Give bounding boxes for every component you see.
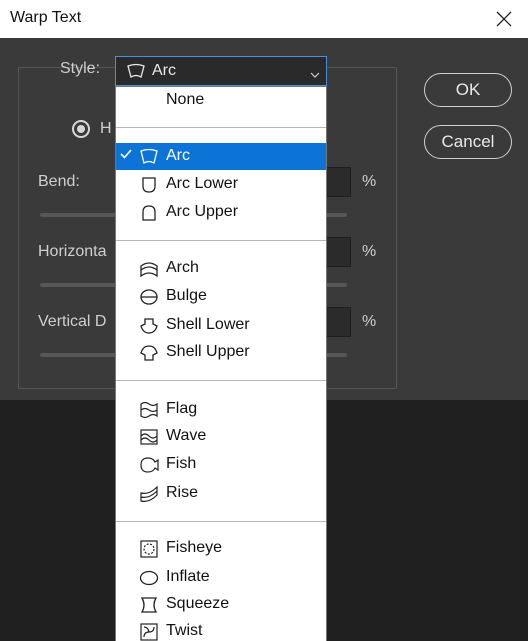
style-option-shell-upper[interactable]: Shell Upper xyxy=(116,339,326,366)
style-dropdown-list: None Arc Arc Lower Arc Upper Arch Bulge … xyxy=(115,86,327,641)
arc-icon xyxy=(126,63,146,79)
style-option-label: Arc xyxy=(166,147,190,164)
style-option-fish[interactable]: Fish xyxy=(116,451,326,478)
style-option-flag[interactable]: Flag xyxy=(116,396,326,423)
style-option-label: Flag xyxy=(166,400,198,417)
horizontal-radio[interactable] xyxy=(72,120,90,138)
shell-upper-icon xyxy=(138,343,160,363)
style-option-label: Arch xyxy=(166,259,199,276)
style-option-rise[interactable]: Rise xyxy=(116,480,326,507)
bend-unit: % xyxy=(362,173,377,190)
style-option-fisheye[interactable]: Fisheye xyxy=(116,535,326,562)
style-option-arc[interactable]: Arc xyxy=(116,143,326,170)
style-option-label: Wave xyxy=(166,427,207,444)
style-option-squeeze[interactable]: Squeeze xyxy=(116,591,326,618)
style-option-wave[interactable]: Wave xyxy=(116,423,326,450)
fish-icon xyxy=(138,455,160,475)
ok-button[interactable]: OK xyxy=(424,73,512,107)
arch-icon xyxy=(138,259,160,279)
close-button[interactable] xyxy=(490,5,518,33)
style-option-inflate[interactable]: Inflate xyxy=(116,564,326,591)
style-option-label: Shell Lower xyxy=(166,316,250,333)
chevron-down-icon xyxy=(310,66,320,84)
style-selected-value: Arc xyxy=(152,62,176,79)
fisheye-icon xyxy=(138,539,160,559)
style-option-label: Fish xyxy=(166,455,197,472)
close-icon xyxy=(496,11,512,27)
divider xyxy=(116,380,326,381)
checkmark-icon xyxy=(120,148,132,160)
horizontal-distortion-unit: % xyxy=(362,243,377,260)
bend-label: Bend: xyxy=(38,173,80,190)
divider xyxy=(116,127,326,128)
style-option-label: Squeeze xyxy=(166,595,230,612)
flag-icon xyxy=(138,400,160,420)
style-option-label: None xyxy=(166,91,205,108)
arc-lower-icon xyxy=(138,175,160,195)
style-option-arch[interactable]: Arch xyxy=(116,255,326,282)
style-option-label: Inflate xyxy=(166,568,210,585)
style-select[interactable]: Arc xyxy=(115,56,327,86)
style-option-label: Arc Lower xyxy=(166,175,239,192)
horizontal-radio-label: H xyxy=(100,120,112,137)
shell-lower-icon xyxy=(138,316,160,336)
twist-icon xyxy=(138,622,160,641)
title-bar: Warp Text xyxy=(0,0,528,38)
inflate-icon xyxy=(138,568,160,588)
vertical-distortion-label: Vertical D xyxy=(38,313,107,330)
divider xyxy=(116,240,326,241)
warp-text-window: Warp Text Style: Arc H Bend: 0 % Horizon… xyxy=(0,0,528,641)
style-option-label: Shell Upper xyxy=(166,343,250,360)
style-option-label: Rise xyxy=(166,484,199,501)
window-title: Warp Text xyxy=(10,9,82,26)
style-option-shell-lower[interactable]: Shell Lower xyxy=(116,312,326,339)
squeeze-icon xyxy=(138,595,160,615)
vertical-distortion-unit: % xyxy=(362,313,377,330)
style-label: Style: xyxy=(60,60,101,77)
arc-icon xyxy=(138,147,160,167)
rise-icon xyxy=(138,484,160,504)
style-option-label: Twist xyxy=(166,622,203,639)
cancel-button[interactable]: Cancel xyxy=(424,125,512,159)
style-option-bulge[interactable]: Bulge xyxy=(116,283,326,310)
bulge-icon xyxy=(138,287,160,307)
arc-upper-icon xyxy=(138,203,160,223)
style-option-label: Fisheye xyxy=(166,539,223,556)
style-option-twist[interactable]: Twist xyxy=(116,618,326,641)
style-option-none[interactable]: None xyxy=(116,87,326,114)
style-option-arc-upper[interactable]: Arc Upper xyxy=(116,199,326,226)
style-option-arc-lower[interactable]: Arc Lower xyxy=(116,171,326,198)
divider xyxy=(116,521,326,522)
style-option-label: Bulge xyxy=(166,287,207,304)
horizontal-distortion-label: Horizonta xyxy=(38,243,107,260)
wave-icon xyxy=(138,427,160,447)
style-option-label: Arc Upper xyxy=(166,203,239,220)
